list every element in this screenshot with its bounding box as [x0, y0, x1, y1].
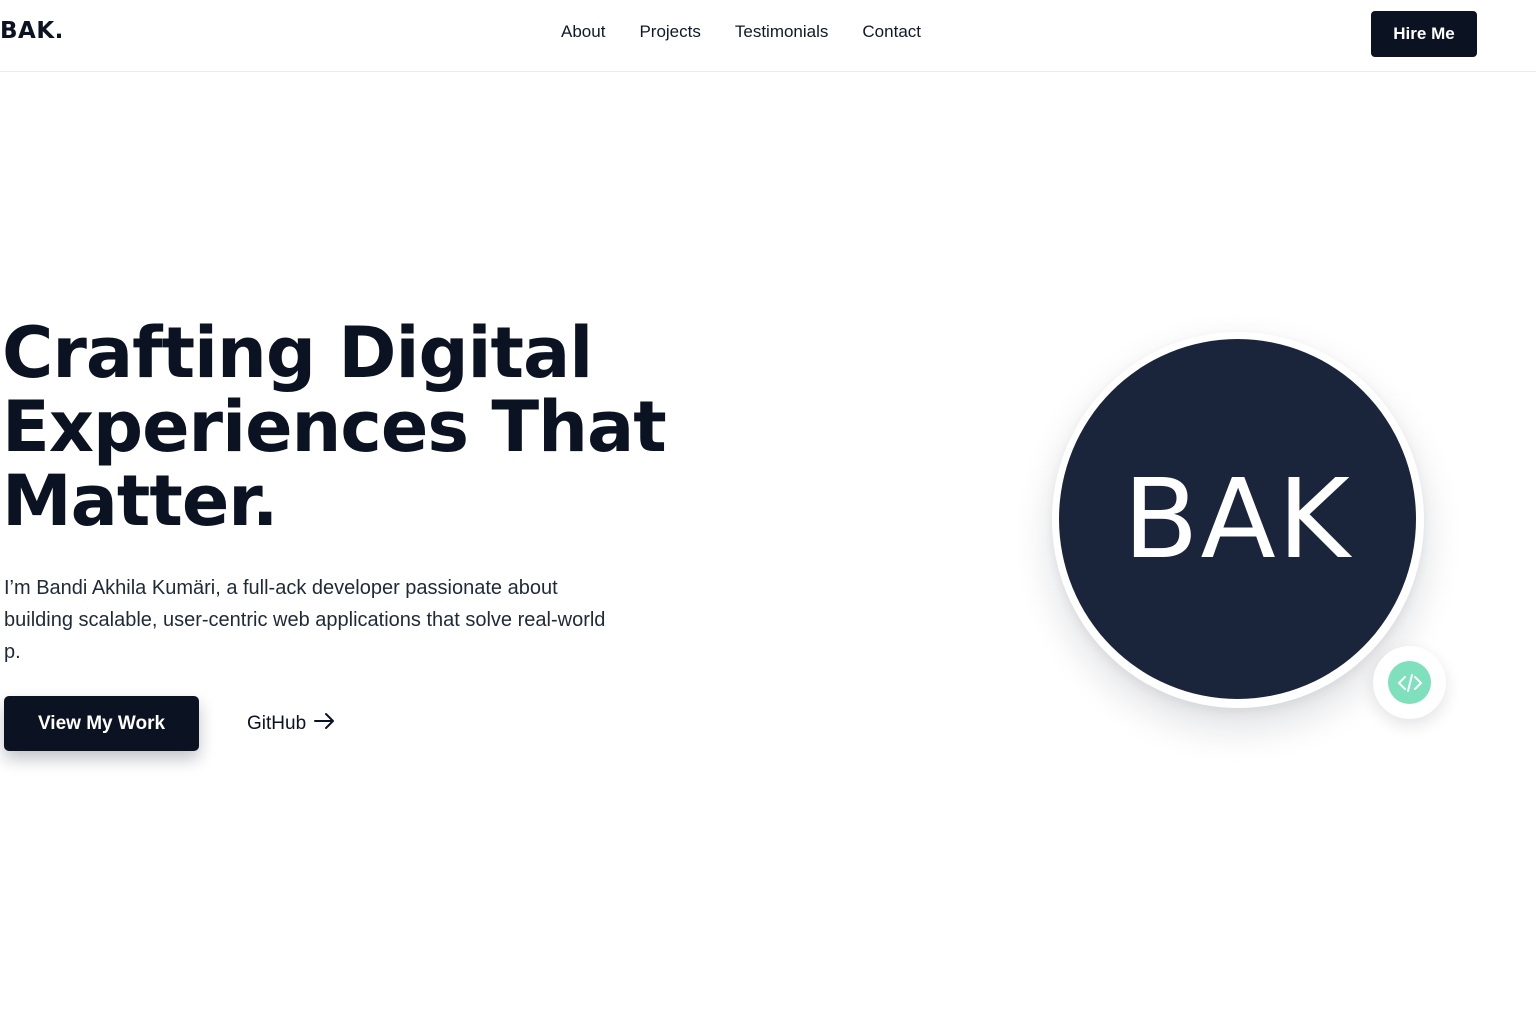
hero-description: I’m Bandi Akhila Kumäri, a full-ack deve… — [4, 577, 606, 663]
nav-link-contact[interactable]: Contact — [862, 22, 921, 42]
nav-link-about[interactable]: About — [561, 22, 605, 42]
hero-title-line-1: Crafting Digital — [2, 312, 593, 394]
nav-links: About Projects Testimonials Contact — [561, 22, 955, 42]
avatar: BAK — [1059, 339, 1416, 699]
code-badge[interactable] — [1373, 646, 1446, 719]
github-link-label: GitHub — [247, 713, 307, 734]
avatar-initials: BAK — [1123, 455, 1352, 583]
github-link[interactable]: GitHub — [247, 708, 336, 740]
hero-title-line-3: Matter. — [2, 460, 278, 542]
brand-logo[interactable]: BAK. — [0, 18, 64, 44]
view-my-work-button[interactable]: View My Work — [4, 696, 199, 751]
code-icon — [1388, 661, 1431, 704]
top-navbar: BAK. About Projects Testimonials Contact… — [0, 0, 1536, 72]
hire-me-button[interactable]: Hire Me — [1371, 11, 1477, 57]
nav-link-projects[interactable]: Projects — [639, 22, 700, 42]
arrow-right-icon — [314, 712, 336, 736]
hero-title: Crafting Digital Experiences That Matter… — [2, 316, 722, 538]
nav-link-testimonials[interactable]: Testimonials — [735, 22, 829, 42]
hero-title-line-2: Experiences That — [2, 386, 667, 468]
